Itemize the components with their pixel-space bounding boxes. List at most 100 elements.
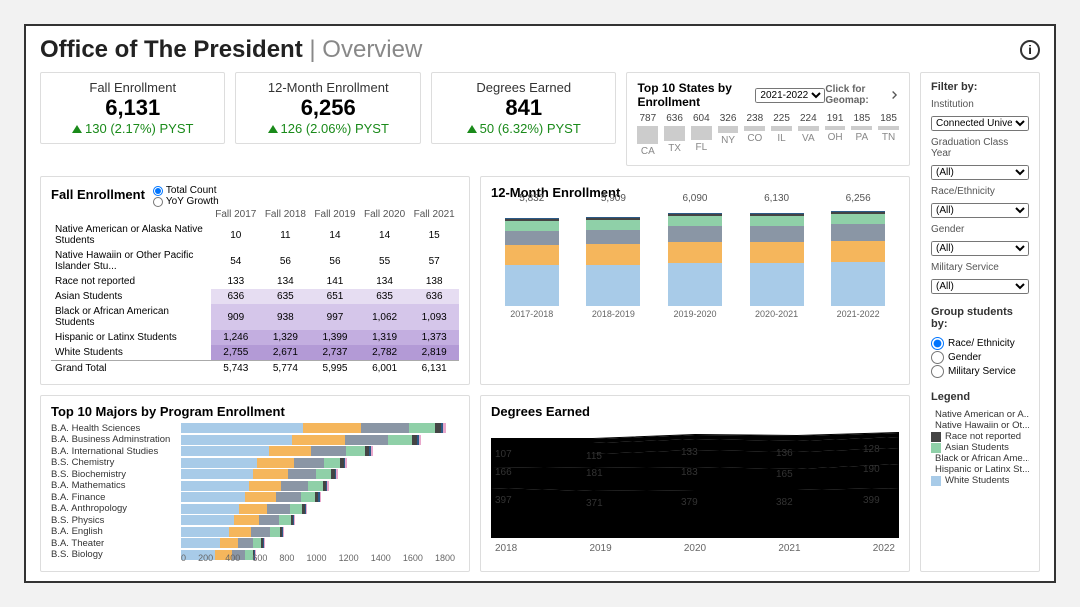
legend-item[interactable]: White Students: [931, 475, 1029, 486]
area-label: 115: [586, 451, 602, 462]
major-bar-row[interactable]: B.S. Biochemistry: [181, 469, 455, 479]
state-bar-TX[interactable]: 636TX: [664, 113, 685, 157]
fall-table-toggle[interactable]: Total Count YoY Growth: [153, 185, 219, 207]
legend: Native American or A...Native Hawaiin or…: [931, 409, 1029, 486]
dashboard-frame: Office of The President | Overview i Fal…: [24, 24, 1056, 583]
stacked-bar[interactable]: 6,2562021-2022: [831, 193, 885, 319]
arrow-up-icon: [72, 125, 82, 133]
institution-label: Institution: [931, 99, 1029, 110]
legend-item[interactable]: Native Hawaiin or Ot...: [931, 420, 1029, 431]
area-label: 136: [776, 448, 793, 459]
info-icon[interactable]: i: [1020, 40, 1040, 60]
table-row: Asian Students636635651635636: [51, 289, 459, 304]
area-label: 382: [776, 497, 793, 508]
major-bar-row[interactable]: B.A. Health Sciences: [181, 423, 455, 433]
state-bars: 787CA 636TX 604FL 326NY238CO 225IL 224VA 191OH…: [637, 113, 899, 157]
state-bar-OH[interactable]: 191OH: [825, 113, 846, 157]
majors-x-axis: 020040060080010001200140016001800: [181, 553, 455, 563]
fall-enrollment-table: Fall 2017Fall 2018Fall 2019Fall 2020Fall…: [51, 207, 459, 376]
gender-label: Gender: [931, 224, 1029, 235]
major-bar-row[interactable]: B.A. International Studies: [181, 446, 455, 456]
major-bar-row[interactable]: B.A. Business Adminstration: [181, 435, 455, 445]
area-label: 166: [495, 467, 512, 478]
top-states-panel: Top 10 States by Enrollment 2021-2022 Cl…: [626, 72, 910, 166]
state-bar-NY[interactable]: 326NY: [718, 113, 739, 157]
filter-by-heading: Filter by:: [931, 81, 1029, 93]
arrow-up-icon: [467, 125, 477, 133]
stacked-bar[interactable]: 6,0902019-2020: [668, 193, 722, 319]
military-label: Military Service: [931, 262, 1029, 273]
kpi-value: 841: [442, 95, 605, 121]
major-bar-row[interactable]: B.A. Mathematics: [181, 481, 455, 491]
group-race-radio[interactable]: [931, 337, 944, 350]
state-bar-FL[interactable]: 604FL: [691, 113, 712, 157]
area-label: 128: [863, 444, 880, 455]
legend-swatch-icon: [931, 443, 941, 453]
major-bar-row[interactable]: B.A. Theater: [181, 538, 455, 548]
area-label: 133: [681, 447, 698, 458]
table-row: White Students2,7552,6712,7372,7822,819: [51, 345, 459, 361]
legend-swatch-icon: [931, 432, 941, 442]
fall-enrollment-panel: Fall Enrollment Total Count YoY Growth F…: [40, 176, 470, 385]
area-label: 181: [586, 468, 603, 479]
geomap-link[interactable]: Click for Geomap:: [825, 84, 899, 106]
degrees-title: Degrees Earned: [491, 404, 899, 419]
kpi-value: 6,256: [246, 95, 409, 121]
table-row: Race not reported133134141134138: [51, 274, 459, 289]
race-select[interactable]: (All): [931, 203, 1029, 218]
fall-table-title: Fall Enrollment: [51, 187, 145, 202]
major-bar-row[interactable]: B.S. Physics: [181, 515, 455, 525]
institution-select[interactable]: Connected University: [931, 116, 1029, 131]
group-military-radio[interactable]: [931, 365, 944, 378]
state-bar-CA[interactable]: 787CA: [637, 113, 658, 157]
kpi-delta: 130 (2.17%) PYST: [51, 121, 214, 136]
toggle-yoy-growth[interactable]: [153, 197, 163, 207]
states-year-select[interactable]: 2021-2022: [755, 88, 825, 103]
stacked-bar[interactable]: 5,9092018-2019: [586, 193, 640, 319]
toggle-total-count[interactable]: [153, 186, 163, 196]
race-label: Race/Ethnicity: [931, 186, 1029, 197]
area-label: 399: [863, 495, 880, 506]
major-bar-row[interactable]: B.A. Finance: [181, 492, 455, 502]
state-bar-VA[interactable]: 224VA: [798, 113, 819, 157]
page-title-main: Office of The President: [40, 36, 303, 63]
area-label: 165: [776, 469, 793, 480]
state-bar-IL[interactable]: 225IL: [771, 113, 792, 157]
table-row: Native American or Alaska Native Student…: [51, 222, 459, 248]
state-bar-CO[interactable]: 238CO: [744, 113, 765, 157]
major-bar-row[interactable]: B.A. English: [181, 527, 455, 537]
degrees-area-svg: [491, 423, 899, 538]
group-by-radios[interactable]: Race/ Ethnicity Gender Military Service: [931, 336, 1029, 379]
legend-item[interactable]: Asian Students: [931, 442, 1029, 453]
kpi-label: 12-Month Enrollment: [246, 80, 409, 95]
kpi-label: Fall Enrollment: [51, 80, 214, 95]
kpi-fall-enrollment: Fall Enrollment 6,131 130 (2.17%) PYST: [40, 72, 225, 144]
legend-swatch-icon: [931, 476, 941, 486]
state-bar-TN[interactable]: 185TN: [878, 113, 899, 157]
page-title: Office of The President | Overview: [40, 36, 422, 64]
major-bar-row[interactable]: B.A. Anthropology: [181, 504, 455, 514]
military-select[interactable]: (All): [931, 279, 1029, 294]
kpi-delta: 126 (2.06%) PYST: [246, 121, 409, 136]
group-gender-radio[interactable]: [931, 351, 944, 364]
majors-panel: Top 10 Majors by Program Enrollment B.A.…: [40, 395, 470, 572]
area-label: 371: [586, 498, 603, 509]
legend-heading: Legend: [931, 391, 1029, 403]
kpi-12month-enrollment: 12-Month Enrollment 6,256 126 (2.06%) PY…: [235, 72, 420, 144]
state-bar-PA[interactable]: 185PA: [851, 113, 872, 157]
page-title-sub: Overview: [322, 36, 422, 63]
table-total-row: Grand Total5,7435,7745,9956,0016,131: [51, 361, 459, 377]
legend-item[interactable]: Native American or A...: [931, 409, 1029, 420]
major-bar-row[interactable]: B.S. Chemistry: [181, 458, 455, 468]
grad-year-select[interactable]: (All): [931, 165, 1029, 180]
gender-select[interactable]: (All): [931, 241, 1029, 256]
kpi-value: 6,131: [51, 95, 214, 121]
legend-item[interactable]: Black or African Ame...: [931, 453, 1029, 464]
kpi-delta: 50 (6.32%) PYST: [442, 121, 605, 136]
stacked-bar[interactable]: 6,1302020-2021: [750, 193, 804, 319]
arrow-up-icon: [268, 125, 278, 133]
legend-item[interactable]: Race not reported: [931, 431, 1029, 442]
stacked-bar[interactable]: 5,8322017-2018: [505, 193, 559, 319]
twelve-month-chart: 5,8322017-20185,9092018-20196,0902019-20…: [491, 204, 899, 319]
legend-item[interactable]: Hispanic or Latinx St...: [931, 464, 1029, 475]
